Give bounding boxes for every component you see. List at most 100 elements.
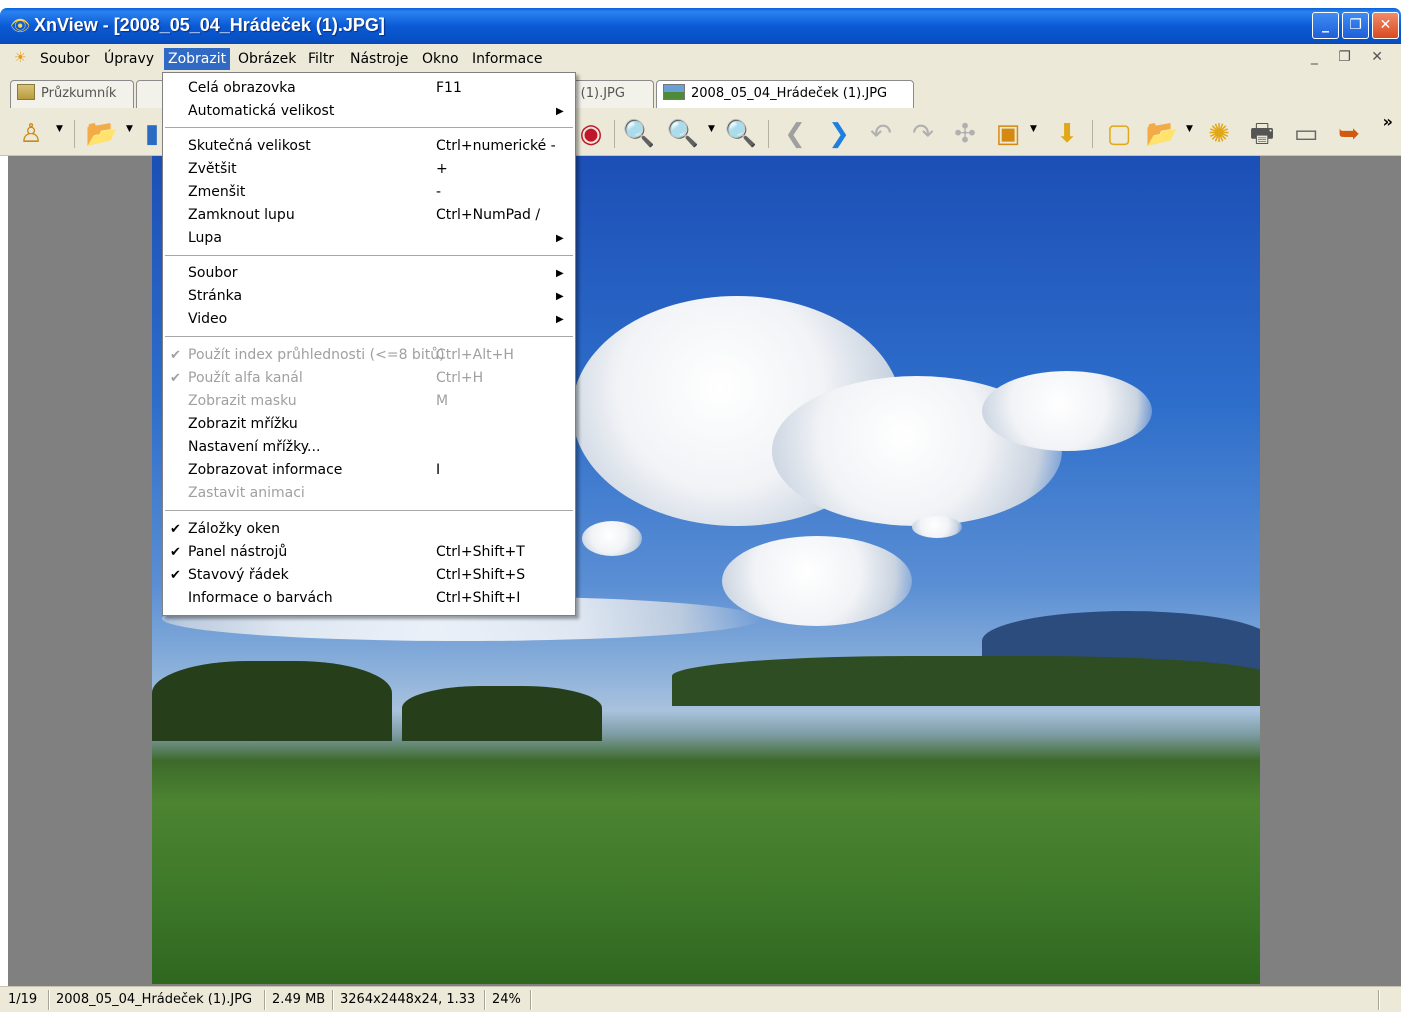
status-separator (1378, 990, 1380, 1010)
slideshow-icon[interactable]: ▣ (990, 118, 1026, 150)
fullscreen-icon[interactable]: ▢ (1102, 118, 1136, 150)
window-title: XnView - [2008_05_04_Hrádeček (1).JPG] (34, 15, 385, 35)
menu-item-lock-zoom[interactable]: Zamknout lupu Ctrl+NumPad / (163, 204, 575, 227)
tab-image-active[interactable]: 2008_05_04_Hrádeček (1).JPG (656, 80, 914, 108)
open-dropdown-arrow-icon[interactable]: ▼ (126, 124, 133, 134)
status-image-index: 1/19 (8, 992, 38, 1007)
menu-item-show-info[interactable]: Zobrazovat informace I (163, 459, 575, 482)
menu-obrazek[interactable]: Obrázek (234, 48, 300, 70)
browse-dropdown-arrow-icon[interactable]: ▼ (1186, 124, 1193, 134)
submenu-arrow-icon: ▶ (556, 233, 564, 244)
xnview-eye-icon: 👁 (10, 16, 31, 35)
tab-label: k (1).JPG (569, 86, 625, 101)
status-separator (264, 990, 266, 1010)
zoom-fit-icon[interactable]: 🔍 (724, 118, 758, 150)
zoom-dropdown-arrow-icon[interactable]: ▼ (708, 124, 715, 134)
menu-item-grid-settings[interactable]: Nastavení mřížky... (163, 436, 575, 459)
status-separator (530, 990, 532, 1010)
submenu-arrow-icon: ▶ (556, 106, 564, 117)
tab-label: 2008_05_04_Hrádeček (1).JPG (691, 86, 888, 101)
close-button[interactable]: ✕ (1372, 12, 1399, 39)
image-thumbnail-icon (663, 84, 685, 100)
app-menu-icon[interactable]: ☀ (14, 50, 27, 66)
print-icon[interactable]: 🖶 (1244, 118, 1280, 150)
browser-icon[interactable]: ♙ (14, 118, 48, 150)
menu-item-actual-size[interactable]: Skutečná velikost Ctrl+numerické - (163, 135, 575, 158)
zoom-in-icon[interactable]: 🔍 (622, 118, 656, 150)
previous-icon[interactable]: ❮ (778, 118, 812, 150)
status-filesize: 2.49 MB (272, 992, 326, 1007)
rotate-left-icon[interactable]: ↶ (864, 118, 898, 150)
menu-item-stop-animation[interactable]: Zastavit animaci (163, 482, 575, 505)
menu-informace[interactable]: Informace (468, 48, 547, 70)
menu-separator (165, 336, 573, 338)
menu-upravy[interactable]: Úpravy (100, 48, 158, 70)
move-icon[interactable]: ⬇ (1050, 118, 1084, 150)
browse-folder-icon[interactable]: 📂 (1144, 118, 1180, 150)
red-eye-icon[interactable]: ◉ (574, 118, 608, 150)
toolbar-separator (1092, 120, 1093, 148)
menu-item-toolbar[interactable]: ✔ Panel nástrojů Ctrl+Shift+T (163, 541, 575, 564)
menu-item-window-tabs[interactable]: ✔ Záložky oken (163, 518, 575, 541)
status-zoom: 24% (492, 992, 521, 1007)
menu-item-fullscreen[interactable]: Celá obrazovka F11 (163, 77, 575, 100)
menu-nastroje[interactable]: Nástroje (346, 48, 412, 70)
tab-explorer[interactable]: Průzkumník (10, 80, 134, 108)
status-separator (484, 990, 486, 1010)
capture-icon[interactable]: ✺ (1202, 118, 1236, 150)
view-menu-dropdown: Celá obrazovka F11 Automatická velikost … (162, 72, 576, 616)
zoom-out-icon[interactable]: 🔍 (666, 118, 700, 150)
save-icon[interactable]: ▮ (142, 118, 162, 150)
menu-item-zoom-out[interactable]: Zmenšit - (163, 181, 575, 204)
submenu-arrow-icon: ▶ (556, 314, 564, 325)
submenu-arrow-icon: ▶ (556, 268, 564, 279)
checkmark-icon: ✔ (170, 371, 181, 386)
menu-item-video[interactable]: Video ▶ (163, 308, 575, 331)
maximize-button[interactable]: ❐ (1342, 12, 1369, 39)
rotate-right-icon[interactable]: ↷ (906, 118, 940, 150)
tab-label: Průzkumník (41, 86, 117, 101)
status-separator (48, 990, 50, 1010)
menu-item-transparency-index[interactable]: ✔ Použít index průhlednosti (<=8 bitů) C… (163, 344, 575, 367)
open-folder-icon[interactable]: 📂 (84, 118, 120, 150)
menu-zobrazit[interactable]: Zobrazit (164, 48, 231, 70)
submenu-arrow-icon: ▶ (556, 291, 564, 302)
cloud (582, 521, 642, 556)
tree-line (672, 656, 1260, 706)
checkmark-icon: ✔ (170, 348, 181, 363)
mdi-window-controls[interactable]: _ ❐ ✕ (1311, 49, 1391, 65)
next-icon[interactable]: ❯ (822, 118, 856, 150)
menu-separator (165, 127, 573, 129)
checkmark-icon: ✔ (170, 545, 181, 560)
menu-item-color-info[interactable]: Informace o barvách Ctrl+Shift+I (163, 587, 575, 610)
menu-item-show-mask[interactable]: Zobrazit masku M (163, 390, 575, 413)
status-separator (332, 990, 334, 1010)
menu-separator (165, 510, 573, 512)
menu-item-auto-size[interactable]: Automatická velikost ▶ (163, 100, 575, 123)
slideshow-dropdown-arrow-icon[interactable]: ▼ (1030, 124, 1037, 134)
menu-separator (165, 255, 573, 257)
explorer-icon (17, 84, 35, 100)
menu-item-magnifier[interactable]: Lupa ▶ (163, 227, 575, 250)
menu-okno[interactable]: Okno (418, 48, 463, 70)
checkmark-icon: ✔ (170, 522, 181, 537)
menu-item-show-grid[interactable]: Zobrazit mřížku (163, 413, 575, 436)
menu-item-zoom-in[interactable]: Zvětšit + (163, 158, 575, 181)
title-bar: 👁 XnView - [2008_05_04_Hrádeček (1).JPG]… (0, 8, 1401, 44)
export-icon[interactable]: ➥ (1332, 118, 1366, 150)
menu-item-status-bar[interactable]: ✔ Stavový řádek Ctrl+Shift+S (163, 564, 575, 587)
minimize-button[interactable]: _ (1312, 12, 1339, 39)
menu-item-file[interactable]: Soubor ▶ (163, 262, 575, 285)
toolbar-separator (74, 120, 75, 148)
scan-icon[interactable]: ▭ (1288, 118, 1324, 150)
effects-icon[interactable]: ✣ (948, 118, 982, 150)
checkmark-icon: ✔ (170, 568, 181, 583)
status-bar: 1/19 2008_05_04_Hrádeček (1).JPG 2.49 MB… (0, 986, 1401, 1012)
browser-dropdown-arrow-icon[interactable]: ▼ (56, 124, 63, 134)
toolbar-overflow-chevron-icon[interactable]: » (1383, 112, 1393, 131)
menu-item-page[interactable]: Stránka ▶ (163, 285, 575, 308)
status-dimensions: 3264x2448x24, 1.33 (340, 992, 476, 1007)
menu-item-alpha-channel[interactable]: ✔ Použít alfa kanál Ctrl+H (163, 367, 575, 390)
menu-soubor[interactable]: Soubor (36, 48, 94, 70)
menu-filtr[interactable]: Filtr (304, 48, 338, 70)
